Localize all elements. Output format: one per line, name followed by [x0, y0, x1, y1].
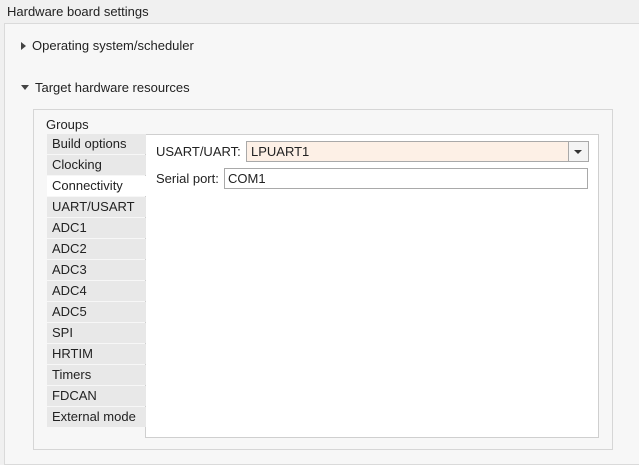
group-item-uart-usart[interactable]: UART/USART [47, 197, 146, 217]
expand-triangle-icon [21, 41, 26, 50]
section-label: Operating system/scheduler [32, 38, 194, 53]
section-target-hardware-resources[interactable]: Target hardware resources [21, 80, 190, 95]
group-item-connectivity[interactable]: Connectivity [47, 176, 147, 196]
serial-port-input[interactable] [224, 168, 588, 189]
group-item-external-mode[interactable]: External mode [47, 407, 146, 427]
section-label: Target hardware resources [35, 80, 190, 95]
group-item-adc3[interactable]: ADC3 [47, 260, 146, 280]
group-item-adc5[interactable]: ADC5 [47, 302, 146, 322]
section-operating-system-scheduler[interactable]: Operating system/scheduler [21, 38, 194, 53]
group-item-adc2[interactable]: ADC2 [47, 239, 146, 259]
group-item-hrtim[interactable]: HRTIM [47, 344, 146, 364]
group-item-adc1[interactable]: ADC1 [47, 218, 146, 238]
group-list: Build options Clocking Connectivity UART… [47, 134, 147, 428]
groups-label: Groups [46, 117, 89, 132]
group-item-timers[interactable]: Timers [47, 365, 146, 385]
group-item-spi[interactable]: SPI [47, 323, 146, 343]
group-item-build-options[interactable]: Build options [47, 134, 146, 154]
chevron-down-icon [574, 150, 582, 154]
collapse-triangle-icon [21, 85, 29, 90]
usart-uart-dropdown[interactable]: LPUART1 [246, 141, 589, 162]
group-item-clocking[interactable]: Clocking [47, 155, 146, 175]
usart-uart-label: USART/UART: [156, 144, 241, 159]
serial-port-label: Serial port: [156, 171, 219, 186]
dropdown-button[interactable] [568, 142, 588, 161]
group-item-adc4[interactable]: ADC4 [47, 281, 146, 301]
group-item-fdcan[interactable]: FDCAN [47, 386, 146, 406]
usart-uart-value: LPUART1 [251, 144, 310, 159]
page-title: Hardware board settings [7, 4, 149, 19]
